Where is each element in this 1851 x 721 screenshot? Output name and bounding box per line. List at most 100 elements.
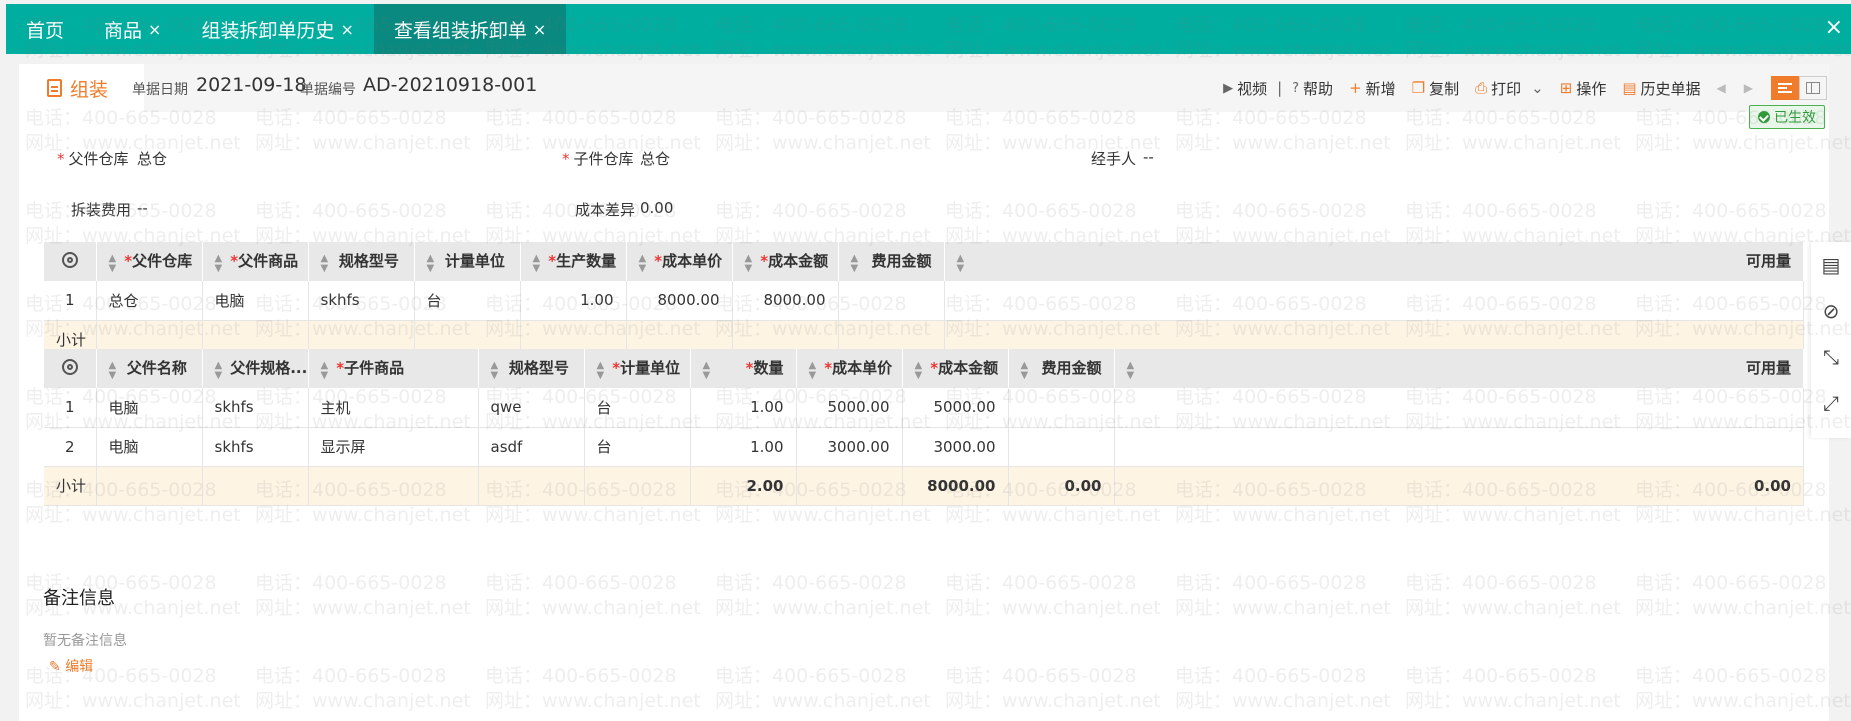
header-child-fee[interactable]: ▲ ▼ 费用金额 — [1008, 349, 1115, 388]
cell-child-fee — [1008, 427, 1115, 467]
table-row[interactable]: 1 总仓 电脑 skhfs 台 1.00 8000.00 8000.00 — [44, 281, 1804, 321]
header-child-spec[interactable]: ▲ ▼ 规格型号 — [478, 349, 585, 388]
cell-child-spec: asdf — [478, 427, 585, 467]
cell-fee — [838, 281, 945, 321]
cell-child-unit: 台 — [584, 427, 691, 467]
date-value: 2021-09-18 — [196, 74, 307, 96]
tab-view-assembly[interactable]: 查看组装拆卸单 × — [373, 4, 567, 54]
list-view-button[interactable] — [1771, 76, 1799, 100]
help-icon: ? — [1292, 80, 1300, 96]
plus-icon: + — [1349, 79, 1362, 97]
cell-child-unit-cost: 5000.00 — [796, 388, 903, 428]
header-parent-warehouse[interactable]: ▲ ▼ *父件仓库 — [96, 242, 203, 281]
header-child-qty[interactable]: ▲ ▼ *数量 — [690, 349, 797, 388]
header-child-available[interactable]: ▲ ▼ 可用量 — [1114, 349, 1804, 388]
cell-available — [944, 281, 1804, 321]
header-fee-amount[interactable]: ▲ ▼ 费用金额 — [838, 242, 945, 281]
cell-child-spec: qwe — [478, 388, 585, 428]
close-all-icon[interactable]: × — [1825, 15, 1843, 40]
header-unit[interactable]: ▲ ▼ 计量单位 — [414, 242, 521, 281]
document-settings-icon[interactable]: ▤ — [1811, 242, 1851, 288]
close-icon[interactable]: × — [148, 20, 161, 39]
status-badge: 已生效 — [1749, 105, 1825, 129]
header-child-unit[interactable]: ▲ ▼ *计量单位 — [584, 349, 691, 388]
sort-icon: ▲ ▼ — [914, 359, 923, 381]
check-circle-icon — [1758, 111, 1770, 123]
cell-child-goods: 主机 — [308, 388, 479, 428]
table-row[interactable]: 2 电脑 skhfs 显示屏 asdf 台 1.00 3000.00 3000.… — [44, 427, 1804, 467]
column-settings[interactable] — [44, 349, 97, 388]
cell-child-available — [1114, 427, 1804, 467]
tab-goods[interactable]: 商品 × — [84, 4, 181, 54]
sort-icon: ▲ ▼ — [320, 252, 329, 274]
next-arrow-icon[interactable]: ▶ — [1744, 81, 1753, 95]
sort-icon: ▲ ▼ — [850, 252, 859, 274]
edit-remark-button[interactable]: ✎ 编辑 — [49, 656, 93, 676]
attachment-icon[interactable]: ⊘ — [1811, 288, 1851, 334]
sort-icon: ▲ ▼ — [702, 359, 711, 381]
top-tab-bar: 首页 商品 × 组装拆卸单历史 × 查看组装拆卸单 × × — [6, 4, 1851, 54]
subtotal-fee: 0.00 — [1008, 466, 1115, 506]
edit-icon: ✎ — [49, 659, 66, 675]
remark-empty-text: 暂无备注信息 — [43, 633, 127, 649]
copy-icon: ❐ — [1411, 79, 1426, 97]
chevron-down-icon[interactable]: ⌄ — [1531, 79, 1544, 97]
subtotal-amount: 8000.00 — [902, 466, 1009, 506]
parent-warehouse-value: 总仓 — [137, 150, 168, 168]
row-index: 2 — [44, 427, 97, 467]
cell-parent-name: 电脑 — [96, 427, 203, 467]
doc-type-tab[interactable]: 组装 — [19, 64, 144, 112]
cell-cost-amount: 8000.00 — [732, 281, 839, 321]
cell-parent-spec: skhfs — [202, 427, 309, 467]
print-button[interactable]: ⎙ 打印 ⌄ — [1475, 78, 1544, 99]
document-panel: 组装 单据日期 2021-09-18 单据编号 AD-20210918-001 … — [19, 64, 1829, 721]
close-icon[interactable]: × — [533, 20, 546, 39]
sort-icon: ▲ ▼ — [1126, 359, 1135, 381]
header-parent-goods[interactable]: ▲ ▼ *父件商品 — [202, 242, 309, 281]
history-button[interactable]: ▤ 历史单据 — [1622, 78, 1700, 99]
card-view-button[interactable] — [1799, 76, 1827, 100]
cell-warehouse: 总仓 — [96, 281, 203, 321]
header-cost-amount[interactable]: ▲ ▼ *成本金额 — [732, 242, 839, 281]
add-button[interactable]: + 新增 — [1349, 78, 1396, 99]
header-prod-qty[interactable]: ▲ ▼ *生产数量 — [520, 242, 627, 281]
column-settings[interactable] — [44, 242, 97, 281]
expand-icon[interactable]: ⤢ — [1811, 380, 1851, 426]
sort-icon: ▲ ▼ — [214, 252, 223, 274]
cost-diff-label: 成本差异 — [575, 201, 636, 219]
collapse-icon[interactable]: ⤡ — [1811, 334, 1851, 380]
header-unit-cost[interactable]: ▲ ▼ *成本单价 — [626, 242, 733, 281]
grid-icon: ⊞ — [1559, 79, 1573, 97]
help-button[interactable]: ? 帮助 — [1292, 78, 1333, 99]
parent-warehouse-label: * 父件仓库 — [57, 150, 129, 168]
cell-unit-cost: 8000.00 — [626, 281, 733, 321]
child-warehouse-label: * 子件仓库 — [562, 150, 634, 168]
header-available[interactable]: ▲ ▼ 可用量 — [944, 242, 1804, 281]
header-parent-name[interactable]: ▲ ▼ 父件名称 — [96, 349, 203, 388]
view-toggle — [1771, 76, 1827, 100]
sort-icon: ▲ ▼ — [426, 252, 435, 274]
header-child-unit-cost[interactable]: ▲ ▼ *成本单价 — [796, 349, 903, 388]
header-parent-spec[interactable]: ▲ ▼ 父件规格... — [202, 349, 309, 388]
close-icon[interactable]: × — [340, 20, 353, 39]
sort-icon: ▲ ▼ — [490, 359, 499, 381]
sort-icon: ▲ ▼ — [596, 359, 605, 381]
table-row[interactable]: 1 电脑 skhfs 主机 qwe 台 1.00 5000.00 5000.00 — [44, 388, 1804, 428]
tab-assembly-history[interactable]: 组装拆卸单历史 × — [181, 4, 373, 54]
handler-label: 经手人 — [1091, 150, 1137, 168]
prev-arrow-icon[interactable]: ◀ — [1717, 81, 1726, 95]
operations-button[interactable]: ⊞ 操作 — [1560, 78, 1607, 99]
document-header: 组装 单据日期 2021-09-18 单据编号 AD-20210918-001 … — [19, 64, 1829, 112]
remark-title: 备注信息 — [43, 588, 115, 609]
copy-button[interactable]: ❐ 复制 — [1412, 78, 1459, 99]
fee-value: -- — [137, 199, 148, 217]
tab-home[interactable]: 首页 — [6, 4, 84, 54]
sort-icon: ▲ ▼ — [956, 252, 965, 274]
header-spec[interactable]: ▲ ▼ 规格型号 — [308, 242, 415, 281]
header-child-cost-amount[interactable]: ▲ ▼ *成本金额 — [902, 349, 1009, 388]
doc-no-value: AD-20210918-001 — [363, 74, 538, 96]
history-doc-icon: ▤ — [1622, 79, 1637, 97]
video-button[interactable]: ▶ 视频 — [1223, 78, 1267, 99]
gear-icon — [61, 251, 78, 268]
header-child-goods[interactable]: ▲ ▼ *子件商品 — [308, 349, 479, 388]
